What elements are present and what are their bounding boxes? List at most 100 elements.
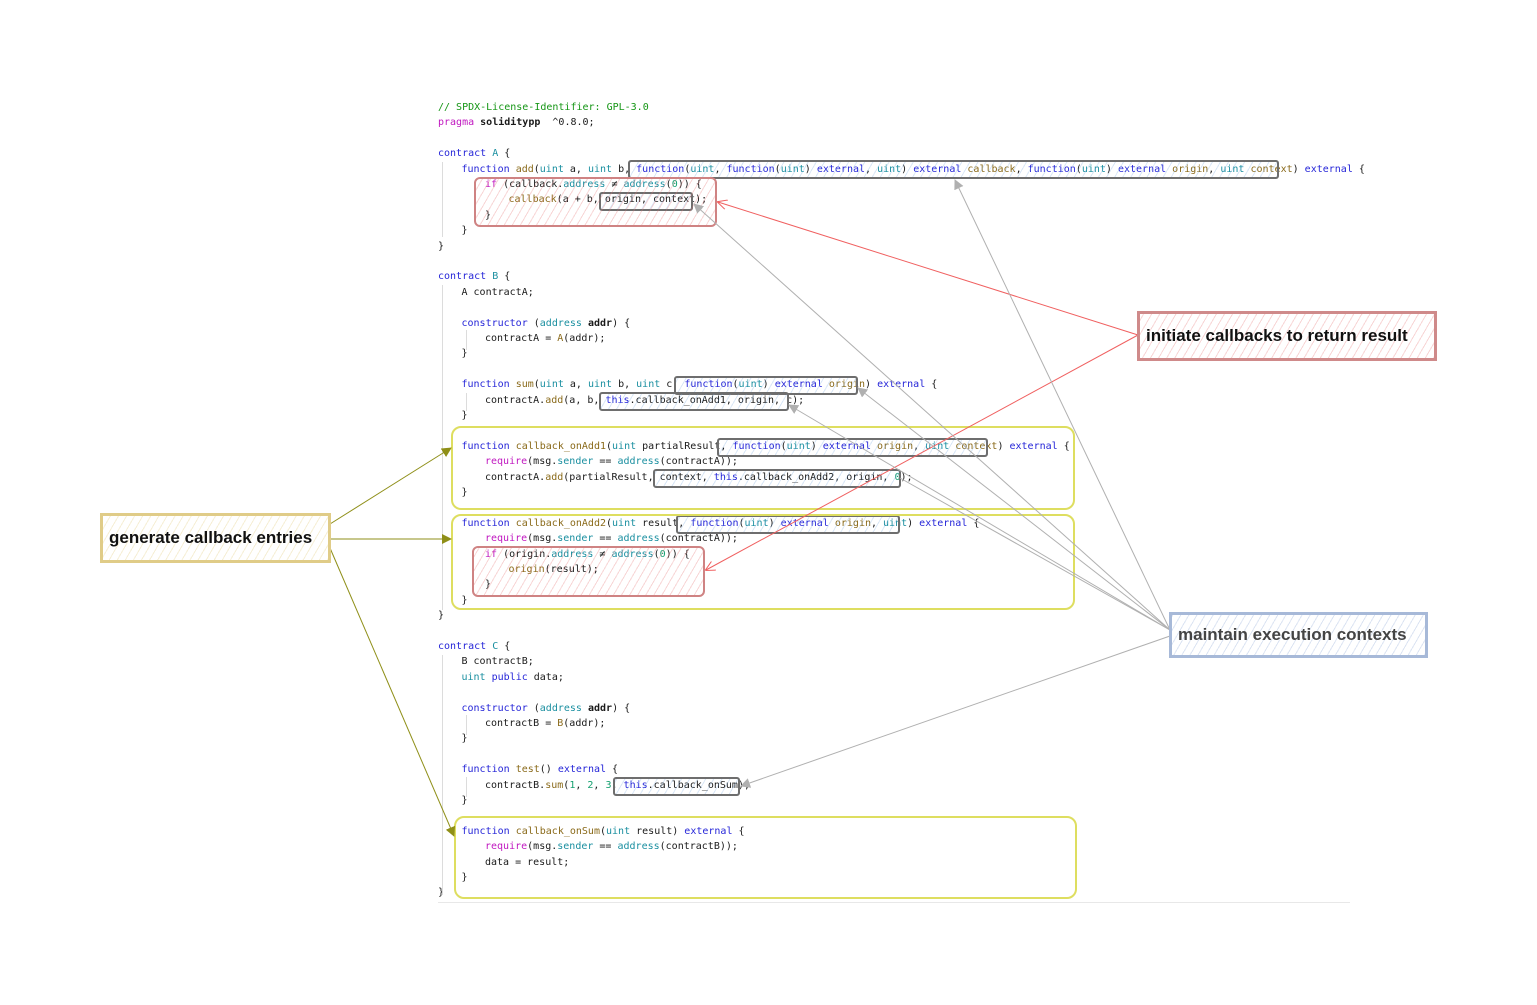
- code-token: constructor: [461, 317, 528, 329]
- code-line: }: [462, 223, 468, 238]
- code-line: contract B {: [438, 269, 510, 284]
- context-highlight-onadd1-call: [599, 392, 789, 411]
- code-token: {: [498, 271, 511, 283]
- code-token: uint: [539, 379, 564, 391]
- code-token: }: [438, 240, 445, 252]
- code-token: sum: [545, 779, 564, 791]
- code-token: }: [461, 410, 468, 421]
- code-token: external: [557, 764, 607, 776]
- code-token: {: [1352, 163, 1365, 175]
- code-line: constructor (address addr) {: [462, 316, 631, 331]
- code-line: pragma soliditypp ^0.8.0;: [438, 115, 595, 130]
- code-token: function: [461, 379, 516, 391]
- code-token: }: [461, 225, 468, 237]
- callback-entry-onsum: [454, 816, 1077, 899]
- annotation-generate-callbacks: generate callback entries: [100, 513, 331, 563]
- code-token: sum: [515, 379, 534, 391]
- code-token: B contractB;: [461, 656, 534, 668]
- code-token: pragma: [438, 117, 481, 129]
- indent-guide: [442, 162, 443, 237]
- code-token: uint: [636, 379, 661, 391]
- code-line: contract A {: [438, 146, 510, 161]
- code-token: ) {: [612, 702, 631, 714]
- code-line: contract C {: [438, 639, 510, 654]
- annotation-maintain-text: maintain execution contexts: [1178, 625, 1407, 644]
- code-token: external: [1304, 163, 1353, 175]
- annotation-initiate-text: initiate callbacks to return result: [1146, 326, 1408, 345]
- code-token: contractB.: [485, 779, 546, 791]
- code-line: A contractA;: [462, 285, 534, 300]
- code-token: contract: [438, 148, 493, 160]
- code-token: A contractA;: [461, 286, 534, 298]
- arrow-maintain-to-onsum-call: [740, 635, 1171, 788]
- editor-bottom-rule: [438, 902, 1350, 903]
- code-line: constructor (address addr) {: [462, 701, 631, 716]
- code-line: }: [438, 239, 444, 254]
- annotation-generate-text: generate callback entries: [109, 528, 313, 547]
- code-token: addr: [587, 317, 613, 329]
- code-token: contractA.: [485, 394, 546, 406]
- code-token: (: [527, 317, 540, 329]
- arrow-generate-to-onsum: [329, 547, 456, 837]
- code-token: constructor: [461, 702, 528, 714]
- code-token: external: [877, 379, 926, 391]
- arrow-generate-to-onadd1: [329, 447, 452, 525]
- code-token: ): [1292, 163, 1305, 175]
- code-token: uint: [587, 163, 613, 175]
- code-token: (: [527, 702, 540, 714]
- code-token: add: [545, 394, 564, 406]
- code-token: contract: [438, 271, 493, 283]
- indent-guide: [442, 655, 443, 895]
- code-token: test: [515, 764, 540, 776]
- code-line: contractA = A(addr);: [485, 331, 605, 346]
- code-token: {: [498, 148, 511, 160]
- code-token: (addr);: [563, 333, 606, 344]
- annotation-initiate-callbacks: initiate callbacks to return result: [1137, 311, 1437, 361]
- code-token: address: [539, 317, 582, 329]
- code-token: {: [606, 764, 619, 776]
- code-token: // SPDX-License-Identifier: GPL-3.0: [438, 102, 649, 113]
- code-token: contractB =: [485, 718, 558, 729]
- callback-entry-onadd2: [451, 514, 1075, 610]
- code-token: ,: [593, 779, 606, 791]
- code-token: }: [461, 348, 468, 360]
- code-token: ) {: [612, 317, 631, 329]
- code-token: (): [539, 764, 558, 776]
- code-token: }: [461, 733, 468, 745]
- code-line: contractB = B(addr);: [485, 716, 605, 731]
- code-token: uint: [539, 163, 564, 175]
- indent-guide: [466, 715, 467, 735]
- code-token: uint: [587, 379, 613, 391]
- code-token: a,: [563, 163, 588, 175]
- code-token: add: [515, 163, 534, 175]
- context-highlight-onsum-call: [613, 777, 740, 796]
- annotation-maintain-contexts: maintain execution contexts: [1169, 612, 1428, 658]
- code-token: data;: [527, 671, 564, 683]
- code-token: contract: [438, 641, 493, 652]
- code-line: }: [438, 608, 444, 623]
- code-token: ,: [575, 779, 588, 791]
- indent-guide: [442, 285, 443, 610]
- code-token: contractA =: [485, 333, 558, 344]
- callback-invoke-block-a: [474, 177, 717, 227]
- code-token: address: [539, 702, 582, 714]
- code-token: a,: [563, 379, 588, 391]
- code-token: uint: [461, 671, 486, 683]
- indent-guide: [466, 777, 467, 797]
- arrow-initiate-to-a: [718, 202, 1139, 336]
- code-token: ): [865, 379, 878, 391]
- code-line: function test() external {: [462, 762, 619, 777]
- callback-entry-onadd1: [451, 426, 1075, 510]
- code-line: // SPDX-License-Identifier: GPL-3.0: [438, 100, 649, 115]
- code-line: uint public data;: [462, 670, 564, 685]
- code-token: public: [491, 671, 528, 683]
- code-token: ^0.8.0;: [540, 117, 595, 129]
- code-token: {: [925, 379, 938, 391]
- code-token: function: [461, 163, 516, 175]
- code-token: (addr);: [563, 718, 606, 729]
- code-token: {: [498, 641, 511, 652]
- code-token: }: [438, 610, 445, 622]
- indent-guide: [466, 330, 467, 350]
- code-token: function: [461, 764, 516, 776]
- code-token: addr: [587, 702, 613, 714]
